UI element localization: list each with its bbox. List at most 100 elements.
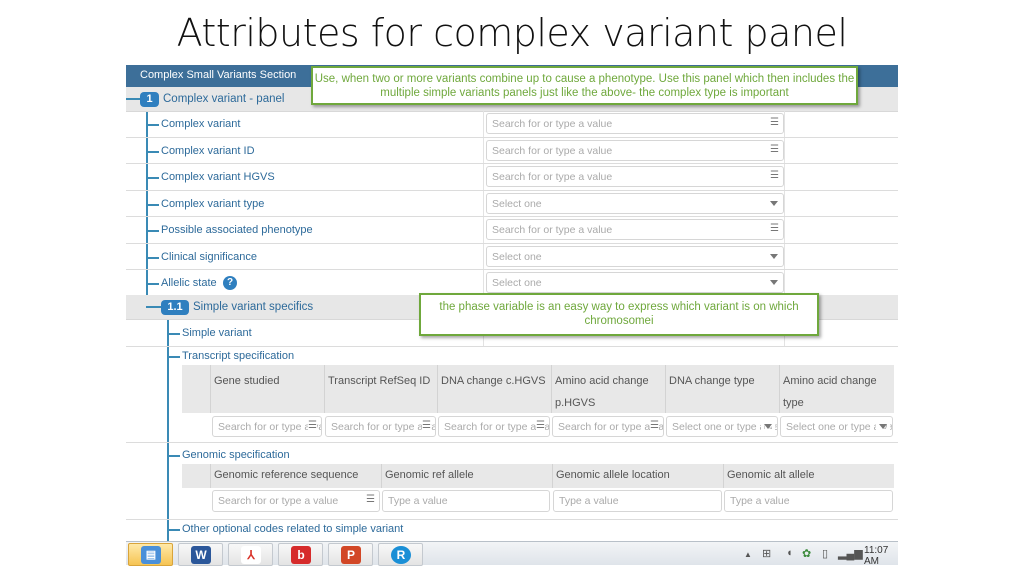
clinical-significance-select[interactable]: Select one bbox=[486, 245, 784, 267]
other-optional-codes-group: Other optional codes related to simple v… bbox=[126, 521, 898, 541]
input-placeholder: Search for or type a value bbox=[218, 421, 321, 433]
select-placeholder: Select one or type a value bbox=[786, 421, 893, 433]
gene-studied-input[interactable]: Search for or type a value ☰ bbox=[212, 416, 322, 437]
list-icon[interactable]: ☰ bbox=[536, 420, 545, 431]
dropdown-caret-icon[interactable] bbox=[764, 424, 772, 429]
input-placeholder: Search for or type a value bbox=[492, 224, 613, 236]
column-header: Amino acid change type bbox=[779, 365, 894, 413]
list-icon[interactable]: ☰ bbox=[366, 494, 375, 505]
genomic-specification-group: Genomic specification Genomic reference … bbox=[126, 444, 898, 520]
tree-branch bbox=[146, 150, 159, 153]
slide-title: Attributes for complex variant panel bbox=[176, 11, 848, 55]
select-placeholder: Select one bbox=[492, 277, 542, 289]
input-placeholder: Search for or type a value bbox=[492, 118, 613, 130]
tree-branch bbox=[146, 177, 159, 179]
input-placeholder: Type a value bbox=[730, 495, 790, 507]
list-icon[interactable]: ☰ bbox=[770, 223, 779, 234]
genomic-column-headers: Genomic reference sequence Genomic ref a… bbox=[182, 464, 894, 488]
input-placeholder: Search for or type a value bbox=[331, 421, 435, 433]
dropdown-caret-icon[interactable] bbox=[770, 253, 778, 259]
input-placeholder: Search for or type a value bbox=[558, 421, 663, 433]
select-placeholder: Select one bbox=[492, 197, 542, 210]
r-app-icon: R bbox=[391, 546, 411, 564]
dna-change-type-select[interactable]: Select one or type a value bbox=[666, 416, 778, 437]
list-icon[interactable]: ☰ bbox=[770, 170, 779, 181]
genomic-allele-location-input[interactable]: Type a value bbox=[553, 490, 722, 512]
subpanel-number-badge: 1.1 bbox=[161, 300, 189, 315]
list-icon[interactable]: ☰ bbox=[308, 420, 317, 431]
input-placeholder: Type a value bbox=[388, 495, 448, 507]
taskbar-app-powerpoint[interactable]: P bbox=[328, 543, 373, 566]
field-label: Complex variant HGVS bbox=[161, 171, 275, 183]
taskbar-app-r[interactable]: R bbox=[378, 543, 423, 566]
beacon-icon: b bbox=[291, 546, 311, 564]
signal-strength-icon[interactable]: ▂▄▆ bbox=[838, 547, 863, 560]
transcript-specification-group: Transcript specification Gene studied Tr… bbox=[126, 346, 898, 443]
column-header: Genomic reference sequence bbox=[210, 464, 381, 488]
amino-acid-change-phgvs-input[interactable]: Search for or type a value ☰ bbox=[552, 416, 664, 437]
complex-variant-type-select[interactable]: Select one bbox=[486, 192, 784, 214]
transcript-column-headers: Gene studied Transcript RefSeq ID DNA ch… bbox=[182, 365, 894, 413]
field-row-clinical-significance: Clinical significance Select one bbox=[126, 243, 898, 270]
column-header: DNA change c.HGVS bbox=[437, 365, 551, 413]
control-panel-icon: ▤ bbox=[141, 546, 161, 564]
windows-flag-icon[interactable]: ⊞ bbox=[762, 547, 771, 560]
complex-variant-input[interactable]: Search for or type a value ☰ bbox=[486, 113, 784, 134]
list-icon[interactable]: ☰ bbox=[650, 420, 659, 431]
allelic-state-select[interactable]: Select one bbox=[486, 272, 784, 293]
column-header: Amino acid change p.HGVS bbox=[551, 365, 665, 413]
field-row-possible-associated-phenotype: Possible associated phenotype Search for… bbox=[126, 217, 898, 244]
possible-associated-phenotype-input[interactable]: Search for or type a value ☰ bbox=[486, 219, 784, 240]
column-header: Genomic alt allele bbox=[723, 464, 894, 488]
column-header: Transcript RefSeq ID bbox=[324, 365, 438, 413]
volume-icon[interactable]: ◖ bbox=[786, 547, 793, 559]
tree-branch bbox=[146, 230, 159, 232]
input-placeholder: Type a value bbox=[559, 495, 619, 507]
input-placeholder: Search for or type a value bbox=[492, 171, 613, 183]
callout-phase-note: the phase variable is an easy way to exp… bbox=[419, 293, 819, 336]
list-icon[interactable]: ☰ bbox=[422, 420, 431, 431]
select-placeholder: Select one bbox=[492, 250, 542, 263]
list-icon[interactable]: ☰ bbox=[770, 117, 779, 128]
dna-change-chgvs-input[interactable]: Search for or type a value ☰ bbox=[438, 416, 550, 437]
field-row-complex-variant: Complex variant Search for or type a val… bbox=[126, 111, 898, 138]
amino-acid-change-type-select[interactable]: Select one or type a value bbox=[780, 416, 893, 437]
complex-variant-hgvs-input[interactable]: Search for or type a value ☰ bbox=[486, 166, 784, 187]
field-label: Complex variant bbox=[161, 118, 241, 130]
show-hidden-icons-icon[interactable]: ▲ bbox=[744, 550, 752, 559]
dropdown-caret-icon[interactable] bbox=[770, 280, 778, 285]
system-clock[interactable]: 11:07 AM bbox=[864, 545, 898, 567]
genomic-ref-allele-input[interactable]: Type a value bbox=[382, 490, 550, 512]
input-placeholder: Search for or type a value bbox=[444, 421, 549, 433]
network-status-icon[interactable]: ✿ bbox=[802, 547, 811, 560]
battery-icon[interactable]: ▯ bbox=[822, 547, 828, 560]
tree-branch bbox=[146, 124, 159, 126]
tree-branch bbox=[167, 333, 180, 335]
tree-branch bbox=[167, 529, 180, 531]
complex-variant-id-input[interactable]: Search for or type a value ☰ bbox=[486, 139, 784, 161]
taskbar-app-beacon[interactable]: b bbox=[278, 543, 323, 566]
section-title: Complex Small Variants Section bbox=[140, 69, 297, 81]
transcript-refseq-id-input[interactable]: Search for or type a value ☰ bbox=[325, 416, 436, 437]
word-icon: W bbox=[191, 546, 211, 564]
taskbar-app-control-panel[interactable]: ▤ bbox=[128, 543, 173, 566]
field-label: Allelic state bbox=[161, 277, 217, 289]
tree-branch bbox=[167, 455, 180, 457]
taskbar-app-acrobat[interactable]: ⅄ bbox=[228, 543, 273, 566]
input-placeholder: Search for or type a value bbox=[492, 144, 613, 157]
help-icon[interactable]: ? bbox=[223, 276, 237, 290]
form-panel: Complex Small Variants Section 1 Complex… bbox=[126, 65, 898, 541]
tree-branch bbox=[146, 283, 159, 285]
windows-taskbar: ▤ W ⅄ b P R ▲ ⊞ ◖ ✿ ▯ ▂▄▆ 11:07 AM bbox=[126, 541, 898, 567]
select-placeholder: Select one or type a value bbox=[672, 421, 777, 433]
column-header: DNA change type bbox=[665, 365, 779, 413]
dropdown-caret-icon[interactable] bbox=[879, 424, 887, 429]
taskbar-app-word[interactable]: W bbox=[178, 543, 223, 566]
callout-complex-panel-note: Use, when two or more variants combine u… bbox=[311, 66, 858, 105]
genomic-reference-sequence-input[interactable]: Search for or type a value ☰ bbox=[212, 490, 380, 512]
field-label: Complex variant type bbox=[161, 197, 265, 210]
genomic-alt-allele-input[interactable]: Type a value bbox=[724, 490, 893, 512]
tree-connector bbox=[126, 98, 140, 100]
dropdown-caret-icon[interactable] bbox=[770, 200, 778, 206]
list-icon[interactable]: ☰ bbox=[770, 144, 779, 155]
